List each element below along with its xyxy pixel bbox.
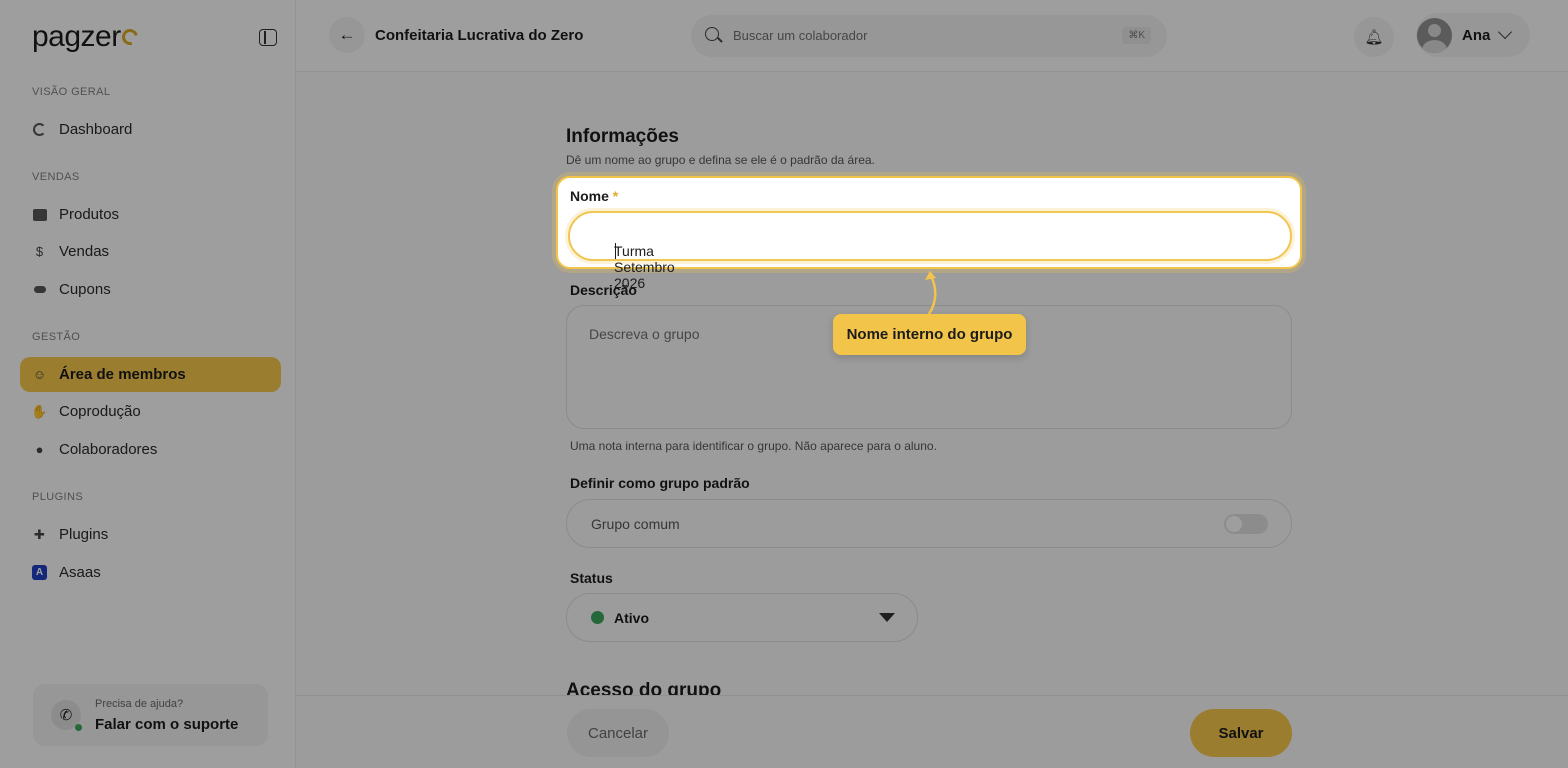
- text-cursor: [615, 243, 616, 259]
- tour-overlay: [0, 0, 1568, 768]
- tooltip: Nome interno do grupo: [833, 314, 1026, 355]
- name-input[interactable]: Turma Setembro 2026: [568, 211, 1292, 291]
- tooltip-arrow-icon: [925, 271, 937, 316]
- highlighted-name-field: Nome * Turma Setembro 2026: [556, 176, 1302, 291]
- required-asterisk: *: [612, 188, 619, 204]
- name-label: Nome *: [570, 188, 619, 204]
